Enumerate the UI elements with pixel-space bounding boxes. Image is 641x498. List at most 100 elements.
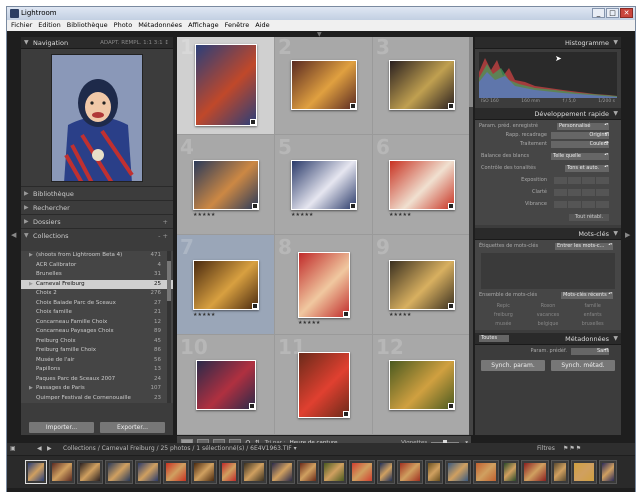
- saved-preset-dropdown[interactable]: Personnalisé: [557, 123, 609, 130]
- filmstrip-thumbnail[interactable]: [397, 460, 423, 484]
- badge-icon[interactable]: [343, 411, 349, 417]
- filmstrip-thumbnail[interactable]: [191, 460, 217, 484]
- collection-item[interactable]: Choix 2 276: [21, 289, 173, 299]
- keyword-item[interactable]: musée: [481, 322, 526, 327]
- photo-thumbnail[interactable]: [389, 60, 455, 110]
- filmstrip-thumbnail[interactable]: [425, 460, 443, 484]
- star-rating[interactable]: ★★★★★: [193, 312, 215, 318]
- menu-4[interactable]: Métadonnées: [135, 20, 185, 31]
- grid-cell[interactable]: 7 ★★★★★: [177, 235, 275, 335]
- grid-cell[interactable]: 11: [275, 335, 373, 435]
- badge-icon[interactable]: [448, 303, 454, 309]
- right-panel-toggle-icon[interactable]: ▶: [625, 231, 630, 239]
- add-icon[interactable]: - +: [158, 229, 168, 243]
- metadata-preset-dropdown[interactable]: Sans: [571, 348, 609, 355]
- menu-2[interactable]: Bibliothèque: [64, 20, 111, 31]
- close-button[interactable]: ✕: [620, 8, 633, 18]
- auto-tone-button[interactable]: Tons et auto.: [565, 165, 609, 172]
- collection-item[interactable]: Freiburg Choix 45: [21, 337, 173, 347]
- star-rating[interactable]: ★★★★★: [298, 320, 320, 326]
- collection-item[interactable]: ▶ Passages de Paris 107: [21, 384, 173, 394]
- star-rating[interactable]: ★★★★★: [389, 212, 411, 218]
- section-1[interactable]: ▶ Rechercher: [21, 200, 173, 214]
- menu-7[interactable]: Aide: [252, 20, 272, 31]
- collection-item[interactable]: Musée de l'air 56: [21, 356, 173, 366]
- filmstrip-thumbnail[interactable]: [599, 460, 617, 484]
- add-icon[interactable]: +: [163, 215, 168, 229]
- badge-icon[interactable]: [448, 203, 454, 209]
- photo-thumbnail[interactable]: [298, 352, 350, 418]
- badge-icon[interactable]: [249, 403, 255, 409]
- grid-scrollbar[interactable]: [469, 37, 473, 435]
- grid-cell[interactable]: 1: [177, 37, 275, 135]
- collection-item[interactable]: Concarneau Famille Choix 12: [21, 318, 173, 328]
- metadata-header[interactable]: Toutes Métadonnées ▼: [475, 333, 621, 345]
- collection-item[interactable]: Freiburg famille Choix 86: [21, 346, 173, 356]
- keyword-item[interactable]: Repic: [481, 304, 526, 309]
- grid-cell[interactable]: 10: [177, 335, 275, 435]
- filmstrip-thumbnail[interactable]: [241, 460, 267, 484]
- filmstrip-thumbnail[interactable]: [571, 460, 597, 484]
- exposure-buttons[interactable]: [554, 177, 609, 184]
- filmstrip-thumbnail[interactable]: [349, 460, 375, 484]
- histogram-header[interactable]: Histogramme ▼: [475, 37, 621, 49]
- navigator-zoom-modes[interactable]: ADAPT. REMPL. 1:1 3:1 ↕: [100, 37, 169, 49]
- photo-thumbnail[interactable]: [389, 160, 455, 210]
- menu-5[interactable]: Affichage: [185, 20, 222, 31]
- filmstrip-thumbnail[interactable]: [135, 460, 161, 484]
- collection-item[interactable]: Choix Baiade Parc de Sceaux 27: [21, 299, 173, 309]
- forward-arrow-icon[interactable]: ▶: [47, 443, 52, 455]
- keywords-header[interactable]: Mots-clés ▼: [475, 228, 621, 240]
- photo-thumbnail[interactable]: [193, 160, 259, 210]
- photo-thumbnail[interactable]: [291, 60, 357, 110]
- badge-icon[interactable]: [350, 203, 356, 209]
- minimize-button[interactable]: _: [592, 8, 605, 18]
- keyword-tags-dropdown[interactable]: Entrer les mots-c...: [555, 243, 613, 250]
- photo-thumbnail[interactable]: [196, 360, 256, 410]
- collection-item[interactable]: Paques Parc de Sceaux 2007 24: [21, 375, 173, 385]
- grid-cell[interactable]: 9 ★★★★★: [373, 235, 471, 335]
- badge-icon[interactable]: [250, 119, 256, 125]
- keyword-item[interactable]: famille: [570, 304, 615, 309]
- menu-6[interactable]: Fenêtre: [222, 20, 253, 31]
- export-button[interactable]: Exporter...: [100, 422, 165, 433]
- photo-thumbnail[interactable]: [195, 44, 257, 126]
- photo-thumbnail[interactable]: [389, 260, 455, 310]
- filmstrip-thumbnail[interactable]: [321, 460, 347, 484]
- filmstrip-thumbnail[interactable]: [163, 460, 189, 484]
- filmstrip-thumbnail[interactable]: [105, 460, 133, 484]
- grid-cell[interactable]: 8 ★★★★★: [275, 235, 373, 335]
- grid-cell[interactable]: 3: [373, 37, 471, 135]
- collection-item[interactable]: ▶ (shoots from Lightroom Beta 4) 471: [21, 251, 173, 261]
- navigator-header[interactable]: ▼ Navigation ADAPT. REMPL. 1:1 3:1 ↕: [21, 37, 173, 49]
- metadata-view-dropdown[interactable]: Toutes: [479, 335, 510, 342]
- filmstrip-thumbnail[interactable]: [25, 460, 47, 484]
- filters-label[interactable]: Filtres: [537, 443, 555, 455]
- vibrance-buttons[interactable]: [554, 201, 609, 208]
- back-arrow-icon[interactable]: ◀: [37, 443, 42, 455]
- quick-develop-header[interactable]: Développement rapide ▼: [475, 108, 621, 120]
- badge-icon[interactable]: [252, 203, 258, 209]
- grid-cell[interactable]: 5 ★★★★★: [275, 135, 373, 235]
- secondary-window-icon[interactable]: ▣: [10, 443, 16, 455]
- photo-thumbnail[interactable]: [291, 160, 357, 210]
- sync-metadata-button[interactable]: Synch. métad.: [551, 360, 615, 371]
- sync-settings-button[interactable]: Synch. param.: [481, 360, 545, 371]
- star-rating[interactable]: ★★★★★: [291, 212, 313, 218]
- grid-cell[interactable]: 6 ★★★★★: [373, 135, 471, 235]
- star-rating[interactable]: ★★★★★: [193, 212, 215, 218]
- section-3[interactable]: ▼ Collections - +: [21, 228, 173, 242]
- white-balance-dropdown[interactable]: Telle quelle: [551, 153, 609, 160]
- crop-ratio-dropdown[interactable]: Original: [551, 132, 609, 139]
- photo-thumbnail[interactable]: [389, 360, 455, 410]
- filmstrip-thumbnail[interactable]: [269, 460, 295, 484]
- keyword-item[interactable]: belgique: [526, 322, 571, 327]
- filmstrip-thumbnail[interactable]: [49, 460, 75, 484]
- section-0[interactable]: ▶ Bibliothèque: [21, 186, 173, 200]
- collections-scrollbar[interactable]: [167, 251, 171, 403]
- filmstrip-thumbnail[interactable]: [445, 460, 471, 484]
- filmstrip-thumbnail[interactable]: [219, 460, 239, 484]
- menu-3[interactable]: Photo: [111, 20, 136, 31]
- navigator-preview[interactable]: [51, 54, 143, 182]
- badge-icon[interactable]: [252, 303, 258, 309]
